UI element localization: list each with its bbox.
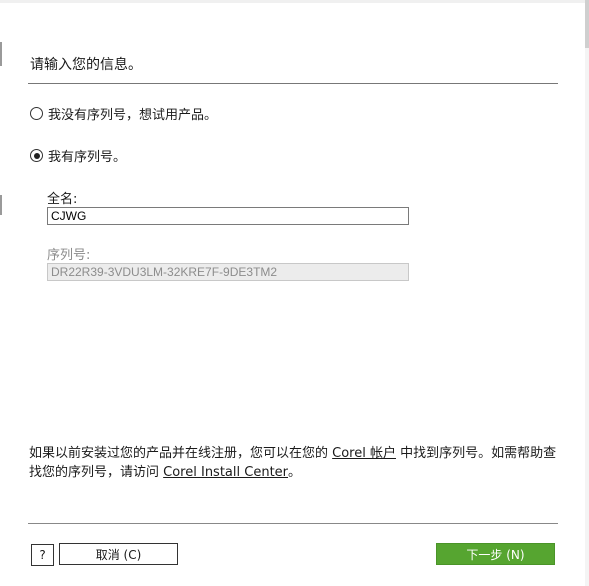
info-text-part3: 。 xyxy=(288,465,302,480)
window-top-edge xyxy=(0,0,589,3)
serial-label: 序列号: xyxy=(47,248,91,263)
top-divider xyxy=(28,83,558,84)
help-button[interactable]: ? xyxy=(31,544,54,566)
corel-account-link[interactable]: Corel 帐户 xyxy=(332,446,396,461)
radio-unchecked-icon[interactable] xyxy=(30,107,43,120)
cancel-button[interactable]: 取消 (C) xyxy=(59,543,178,565)
fullname-input[interactable]: CJWG xyxy=(47,207,409,225)
radio-label-no-serial: 我没有序列号，想试用产品。 xyxy=(48,108,218,123)
prompt-text: 请输入您的信息。 xyxy=(30,57,142,73)
info-text-part1: 如果以前安装过您的产品并在线注册，您可以在您的 xyxy=(29,446,329,461)
fullname-label: 全名: xyxy=(47,192,78,207)
corel-install-center-link[interactable]: Corel Install Center xyxy=(163,465,288,480)
scrollbar-thumb[interactable] xyxy=(585,0,589,48)
scrollbar-track[interactable] xyxy=(585,0,589,586)
radio-option-has-serial[interactable]: 我有序列号。 xyxy=(30,146,126,165)
window-edge-mark xyxy=(0,42,2,66)
radio-label-has-serial: 我有序列号。 xyxy=(48,150,127,165)
window-edge-mark xyxy=(0,195,2,215)
radio-option-no-serial[interactable]: 我没有序列号，想试用产品。 xyxy=(30,104,217,123)
radio-checked-icon[interactable] xyxy=(30,149,43,162)
serial-input: DR22R39-3VDU3LM-32KRE7F-9DE3TM2 xyxy=(47,263,409,281)
next-button[interactable]: 下一步 (N) xyxy=(436,543,555,565)
bottom-divider xyxy=(28,523,558,524)
help-info-text: 如果以前安装过您的产品并在线注册，您可以在您的 Corel 帐户 中找到序列号。… xyxy=(29,444,569,482)
